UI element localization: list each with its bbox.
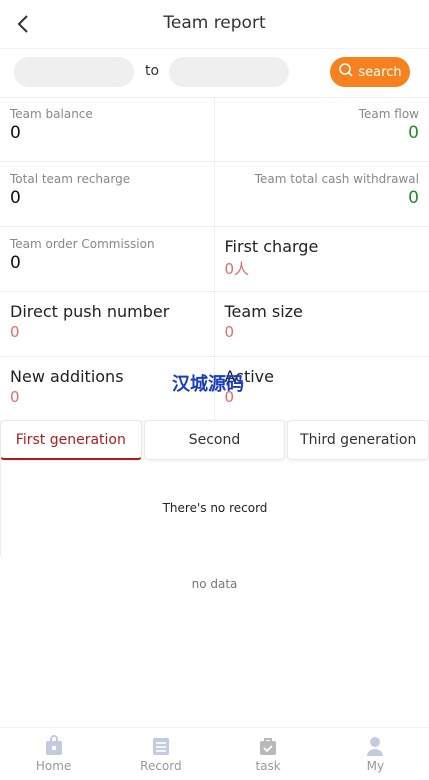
- team-balance-label: Team balance: [10, 107, 93, 121]
- task-icon: [260, 738, 277, 755]
- user-icon: [367, 737, 384, 756]
- nav-label-task: task: [255, 759, 281, 773]
- record-icon: [152, 738, 169, 755]
- first-charge-cell: First charge 0人: [215, 227, 429, 291]
- team-flow-cell: Team flow 0: [215, 97, 429, 161]
- direct-push-cell: Direct push number 0: [0, 292, 215, 356]
- active-value: 0: [224, 388, 235, 406]
- total-withdrawal-value: 0: [408, 188, 419, 208]
- records-panel: There's no record: [0, 460, 429, 556]
- to-label: to: [145, 63, 160, 79]
- team-flow-value: 0: [408, 123, 419, 143]
- stats-row: Team order Commission 0 First charge 0人: [0, 227, 429, 292]
- watermark: 汉城源码: [172, 374, 244, 395]
- team-flow-label: Team flow: [358, 107, 419, 121]
- total-recharge-value: 0: [10, 188, 21, 208]
- nav-label-record: Record: [140, 759, 182, 773]
- page-title: Team report: [163, 13, 266, 33]
- stats-row: Direct push number 0 Team size 0: [0, 292, 429, 357]
- nav-item-task[interactable]: task: [215, 728, 322, 780]
- team-size-label: Team size: [224, 302, 303, 321]
- team-size-value: 0: [224, 323, 235, 341]
- start-date-input[interactable]: [14, 57, 134, 87]
- nav-label-my: My: [366, 759, 385, 773]
- team-size-cell: Team size 0: [215, 292, 429, 356]
- end-date-input[interactable]: [169, 57, 289, 87]
- order-commission-cell: Team order Commission 0: [0, 227, 215, 291]
- search-button[interactable]: search: [330, 57, 410, 87]
- search-icon: [338, 62, 354, 82]
- home-icon: [45, 735, 62, 755]
- stats-row: Total team recharge 0 Team total cash wi…: [0, 162, 429, 227]
- active-cell: Active 0: [215, 357, 429, 421]
- nav-item-home[interactable]: Home: [0, 728, 107, 780]
- tab-first-generation[interactable]: First generation: [0, 420, 142, 460]
- tab-third-generation[interactable]: Third generation: [287, 420, 429, 460]
- bottom-nav: Home Record task My: [0, 727, 429, 780]
- first-charge-label: First charge: [224, 237, 319, 256]
- direct-push-value: 0: [10, 323, 20, 341]
- team-balance-value: 0: [10, 123, 21, 143]
- search-label: search: [358, 64, 402, 80]
- active-label: Active: [224, 367, 275, 386]
- first-charge-value: 0人: [224, 260, 250, 278]
- order-commission-label: Team order Commission: [10, 237, 155, 251]
- direct-push-label: Direct push number: [10, 302, 170, 321]
- nav-item-record[interactable]: Record: [107, 728, 214, 780]
- header: Team report: [0, 0, 429, 49]
- nav-item-my[interactable]: My: [322, 728, 429, 780]
- total-recharge-label: Total team recharge: [10, 172, 131, 186]
- generation-tabs: First generation Second Third generation: [0, 420, 429, 460]
- total-withdrawal-cell: Team total cash withdrawal 0: [215, 162, 429, 226]
- team-balance-cell: Team balance 0: [0, 97, 215, 161]
- no-data-text: no data: [191, 577, 238, 591]
- date-filter: to search: [0, 49, 429, 98]
- tab-second[interactable]: Second: [143, 420, 286, 460]
- empty-records-text: There's no record: [162, 501, 268, 515]
- nav-label-home: Home: [35, 759, 72, 773]
- stats-row: Team balance 0 Team flow 0: [0, 97, 429, 162]
- order-commission-value: 0: [10, 253, 21, 273]
- total-recharge-cell: Total team recharge 0: [0, 162, 215, 226]
- total-withdrawal-label: Team total cash withdrawal: [254, 172, 419, 186]
